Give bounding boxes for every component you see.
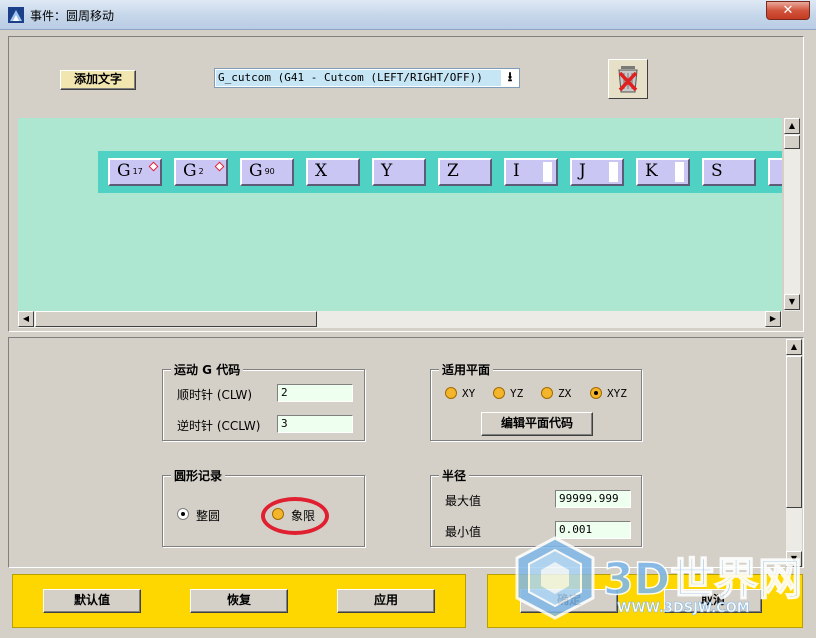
token-letter: G [117,161,131,181]
scroll-left-button[interactable]: ◀ [18,311,34,327]
hscroll-thumb[interactable] [35,311,317,327]
scroll-up-button[interactable]: ▲ [784,118,800,134]
full-circle-radio[interactable] [177,508,189,520]
plane-xy-radio[interactable] [445,387,457,399]
plane-yz-radio[interactable] [493,387,505,399]
token-button[interactable]: G 17 [108,158,162,186]
diamond-marker-icon [214,161,225,172]
token-strip: G 17 G 2 G 90 X Y Z I J K S [98,151,782,193]
circle-group-title: 圆形记录 [171,467,226,484]
add-text-button[interactable]: 添加文字 [60,70,136,90]
token-button[interactable]: X [306,158,360,186]
token-button[interactable]: Y [372,158,426,186]
token-letter: X [315,161,328,181]
plane-xyz-radio[interactable] [590,387,602,399]
panel-scroll-up-button[interactable]: ▲ [786,339,802,355]
token-button-partial[interactable] [768,158,782,186]
scroll-right-button[interactable]: ▶ [765,311,781,327]
scroll-down-button[interactable]: ▼ [784,294,800,310]
canvas-vscroll[interactable]: ▲ ▼ [783,118,800,311]
scroll-thumb[interactable] [784,135,800,149]
plane-yz-label: YZ [510,387,524,400]
gcode-canvas[interactable]: G 17 G 2 G 90 X Y Z I J K S [18,118,782,311]
token-letter: J [579,161,586,181]
gcode-select[interactable]: G_cutcom (G41 - Cutcom (LEFT/RIGHT/OFF))… [214,68,520,88]
window-title: 事件：圆周移动 [30,9,115,23]
panel-vscroll[interactable]: ▲ ▼ [785,339,802,568]
left-action-bar: 默认值 恢复 应用 [12,574,466,628]
plane-zx-label: ZX [558,387,572,400]
token-button[interactable]: S [702,158,756,186]
value-slot [675,162,684,182]
min-radius-input[interactable]: 0.001 [555,521,631,539]
edit-plane-code-button[interactable]: 编辑平面代码 [481,412,593,436]
token-button[interactable]: G 90 [240,158,294,186]
canvas-hscroll[interactable]: ◀ ▶ [18,311,782,328]
token-letter: I [513,161,520,181]
full-circle-label: 整圆 [196,509,221,523]
plane-zx-radio[interactable] [541,387,553,399]
panel-scroll-down-button[interactable]: ▼ [786,551,802,567]
token-letter: G [183,161,197,181]
ccw-input[interactable]: 3 [277,415,353,433]
download-arrow-icon[interactable]: ⭳ [502,70,518,86]
token-letter: K [645,161,658,181]
app-icon [8,7,24,23]
cw-label: 顺时针 (CLW) [177,388,253,402]
token-subscript: 17 [132,167,143,176]
trash-icon [618,66,638,93]
token-letter: Z [447,161,459,181]
bottom-panel [8,337,804,568]
token-button[interactable]: Z [438,158,492,186]
max-radius-input[interactable]: 99999.999 [555,490,631,508]
motion-group-title: 运动 G 代码 [171,361,244,378]
close-button[interactable]: ✕ [766,1,810,20]
gcode-select-value: G_cutcom (G41 - Cutcom (LEFT/RIGHT/OFF)) [216,70,501,86]
token-letter: S [711,161,723,181]
title-bar: 事件：圆周移动 ✕ [0,0,816,30]
value-slot [609,162,618,182]
restore-button[interactable]: 恢复 [190,589,288,613]
token-button[interactable]: K [636,158,690,186]
diamond-marker-icon [148,161,159,172]
scroll-corner [783,311,800,328]
value-slot [543,162,552,182]
token-letter: G [249,161,263,181]
token-subscript: 2 [198,167,204,176]
cancel-button[interactable]: 取消 [664,589,762,613]
ok-button[interactable]: 确定 [520,589,618,613]
default-button[interactable]: 默认值 [43,589,141,613]
apply-button[interactable]: 应用 [337,589,435,613]
token-button[interactable]: G2 [174,158,228,186]
right-action-bar: 确定 取消 [487,574,803,628]
highlight-ring [261,497,329,535]
cw-input[interactable]: 2 [277,384,353,402]
min-radius-label: 最小值 [445,525,482,539]
max-radius-label: 最大值 [445,494,482,508]
token-button[interactable]: J [570,158,624,186]
token-letter: Y [381,161,393,181]
ccw-label: 逆时针 (CCLW) [177,419,261,433]
token-button[interactable]: I [504,158,558,186]
plane-xy-label: XY [462,387,476,400]
radius-group-title: 半径 [439,467,470,484]
token-subscript: 90 [264,167,275,176]
plane-group-title: 适用平面 [439,361,494,378]
plane-xyz-label: XYZ [607,387,627,400]
delete-button[interactable] [608,59,648,99]
panel-scroll-thumb[interactable] [786,356,802,508]
